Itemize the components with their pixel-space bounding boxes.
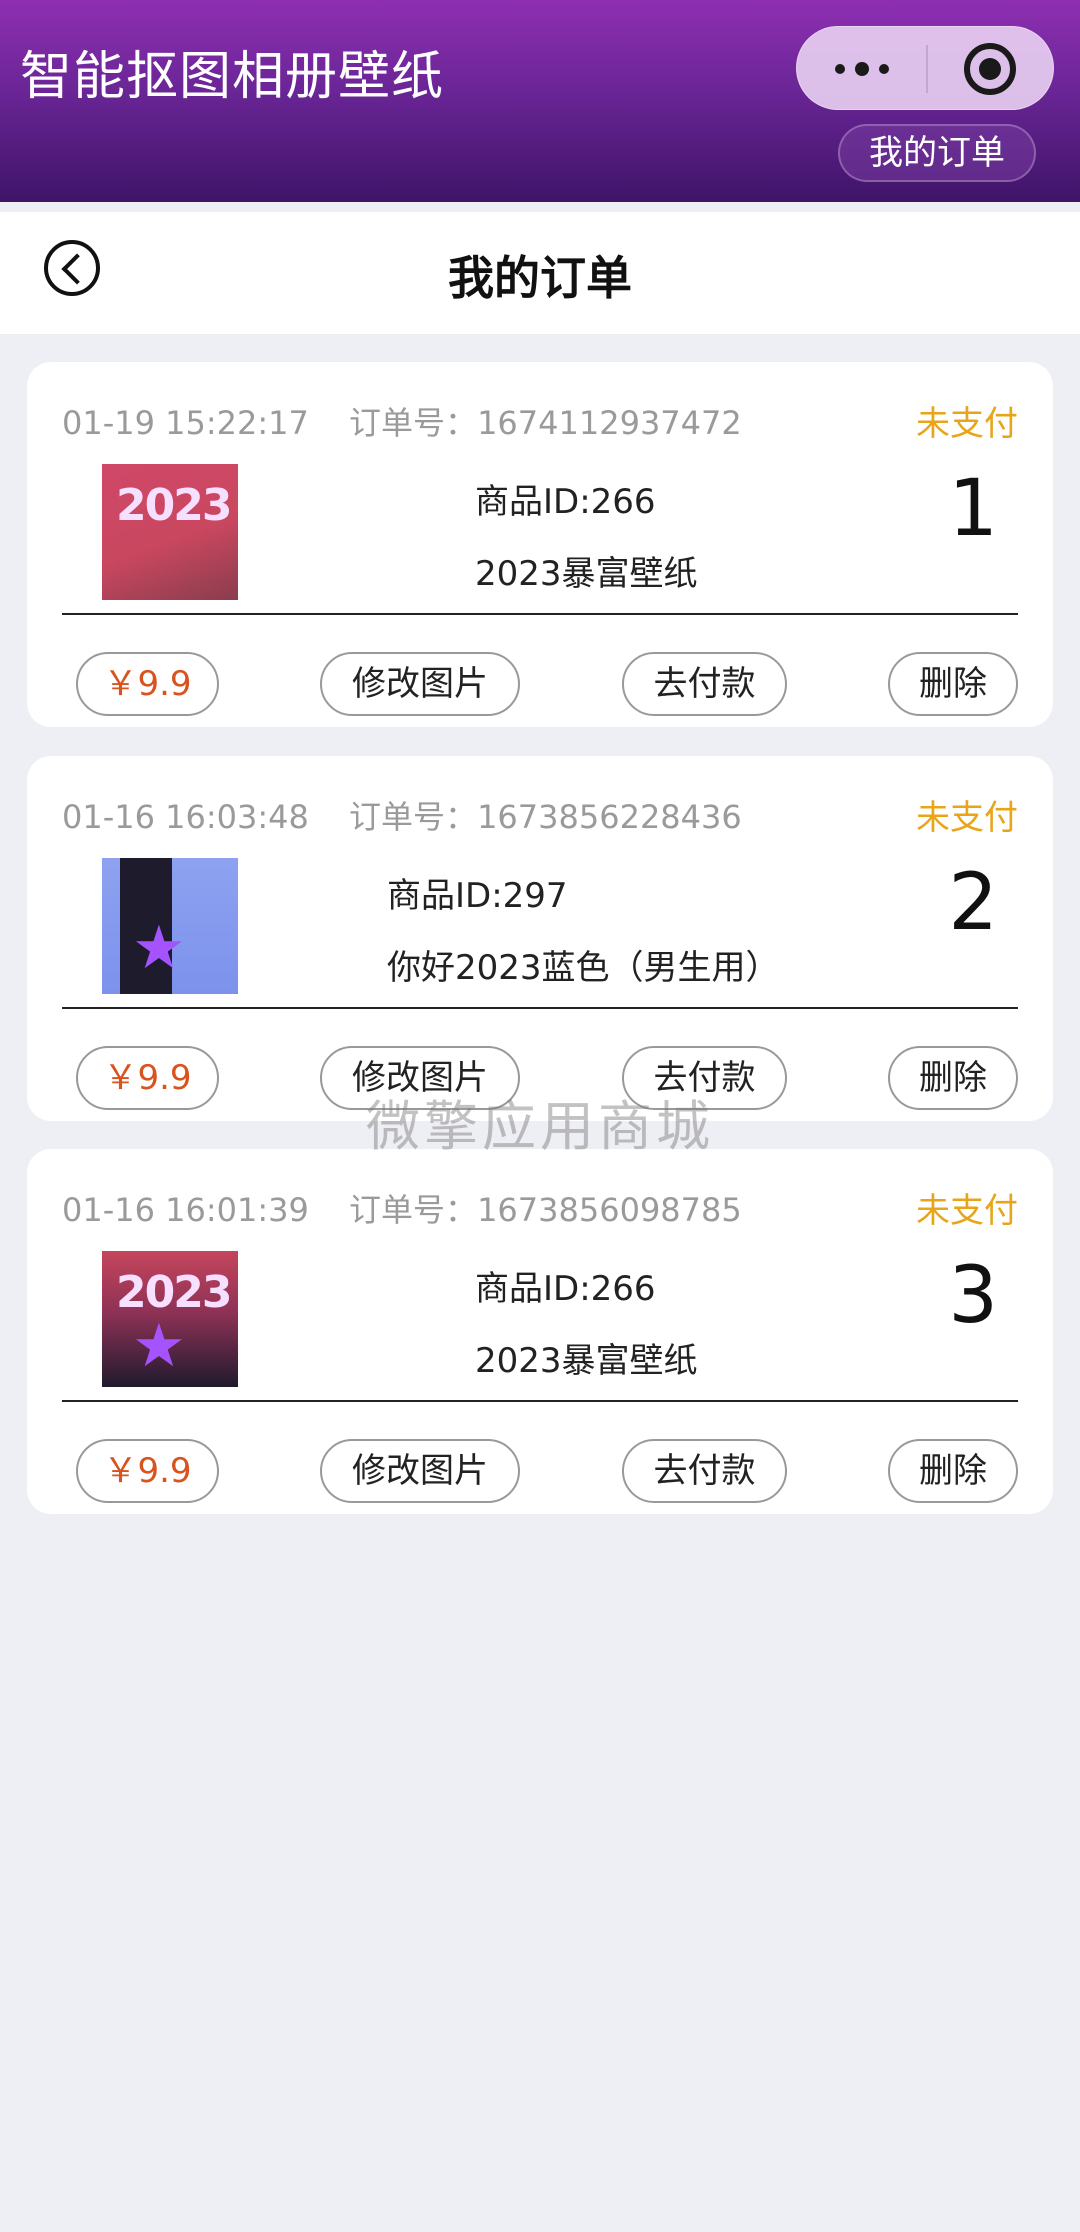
order-card: 01-16 16:03:48 订单号：1673856228436 未支付 ★ 商… bbox=[27, 756, 1053, 1121]
product-info: 商品ID:266 2023暴富壁纸 bbox=[475, 466, 698, 610]
order-number: 1673856098785 bbox=[477, 1191, 742, 1229]
product-id: 商品ID:297 bbox=[387, 876, 568, 916]
order-number: 1674112937472 bbox=[477, 404, 742, 442]
product-name: 2023暴富壁纸 bbox=[475, 554, 698, 594]
order-number-label: 订单号： bbox=[349, 404, 478, 442]
order-meta: 01-16 16:01:39 订单号：1673856098785 bbox=[62, 1185, 742, 1231]
nav-bar: 我的订单 bbox=[0, 212, 1080, 334]
delete-button[interactable]: 删除 bbox=[888, 652, 1018, 716]
order-status: 未支付 bbox=[916, 798, 1018, 838]
product-info: 商品ID:266 2023暴富壁纸 bbox=[475, 1253, 698, 1397]
price-button[interactable]: ￥9.9 bbox=[76, 652, 219, 716]
close-target-icon[interactable] bbox=[964, 43, 1016, 95]
page-title: 我的订单 bbox=[448, 251, 632, 305]
thumbnail-text: 2023 bbox=[116, 480, 232, 531]
dot-icon bbox=[878, 64, 889, 74]
order-datetime: 01-19 15:22:17 bbox=[62, 404, 309, 442]
order-quantity: 3 bbox=[948, 1251, 998, 1341]
product-name: 2023暴富壁纸 bbox=[475, 1341, 698, 1381]
product-id: 商品ID:266 bbox=[475, 1269, 656, 1309]
my-orders-pill[interactable]: 我的订单 bbox=[838, 124, 1036, 182]
order-card: 01-19 15:22:17 订单号：1674112937472 未支付 202… bbox=[27, 362, 1053, 727]
divider bbox=[62, 1007, 1018, 1009]
mini-program-capsule bbox=[796, 26, 1054, 110]
product-name: 你好2023蓝色（男生用） bbox=[387, 948, 780, 988]
product-thumbnail[interactable]: 2023 bbox=[102, 464, 238, 600]
delete-button[interactable]: 删除 bbox=[888, 1439, 1018, 1503]
order-datetime: 01-16 16:01:39 bbox=[62, 1191, 309, 1229]
order-card: 01-16 16:01:39 订单号：1673856098785 未支付 202… bbox=[27, 1149, 1053, 1514]
order-quantity: 1 bbox=[948, 464, 998, 554]
app-title: 智能抠图相册壁纸 bbox=[20, 47, 445, 107]
dot-icon bbox=[834, 64, 845, 74]
edit-image-button[interactable]: 修改图片 bbox=[320, 1439, 520, 1503]
order-number-label: 订单号： bbox=[349, 1191, 478, 1229]
order-datetime: 01-16 16:03:48 bbox=[62, 798, 309, 836]
app-header: 智能抠图相册壁纸 我的订单 bbox=[0, 0, 1080, 202]
product-info: 商品ID:297 你好2023蓝色（男生用） bbox=[387, 860, 780, 1004]
star-icon: ★ bbox=[132, 913, 186, 983]
order-number: 1673856228436 bbox=[477, 798, 742, 836]
divider bbox=[62, 613, 1018, 615]
order-quantity: 2 bbox=[948, 858, 998, 948]
order-meta: 01-19 15:22:17 订单号：1674112937472 bbox=[62, 398, 742, 444]
divider bbox=[62, 1400, 1018, 1402]
pay-button[interactable]: 去付款 bbox=[622, 1439, 787, 1503]
order-meta: 01-16 16:03:48 订单号：1673856228436 bbox=[62, 792, 742, 838]
product-thumbnail[interactable]: ★ bbox=[102, 858, 238, 994]
star-icon: ★ bbox=[132, 1311, 186, 1381]
dot-icon bbox=[854, 62, 869, 76]
order-number-label: 订单号： bbox=[349, 798, 478, 836]
pay-button[interactable]: 去付款 bbox=[622, 652, 787, 716]
watermark: 微擎应用商城 bbox=[366, 1095, 714, 1158]
product-id: 商品ID:266 bbox=[475, 482, 656, 522]
more-options-button[interactable] bbox=[797, 27, 926, 111]
capsule-divider bbox=[926, 45, 928, 93]
product-thumbnail[interactable]: 2023 ★ bbox=[102, 1251, 238, 1387]
order-status: 未支付 bbox=[916, 404, 1018, 444]
price-button[interactable]: ￥9.9 bbox=[76, 1439, 219, 1503]
edit-image-button[interactable]: 修改图片 bbox=[320, 652, 520, 716]
order-status: 未支付 bbox=[916, 1191, 1018, 1231]
